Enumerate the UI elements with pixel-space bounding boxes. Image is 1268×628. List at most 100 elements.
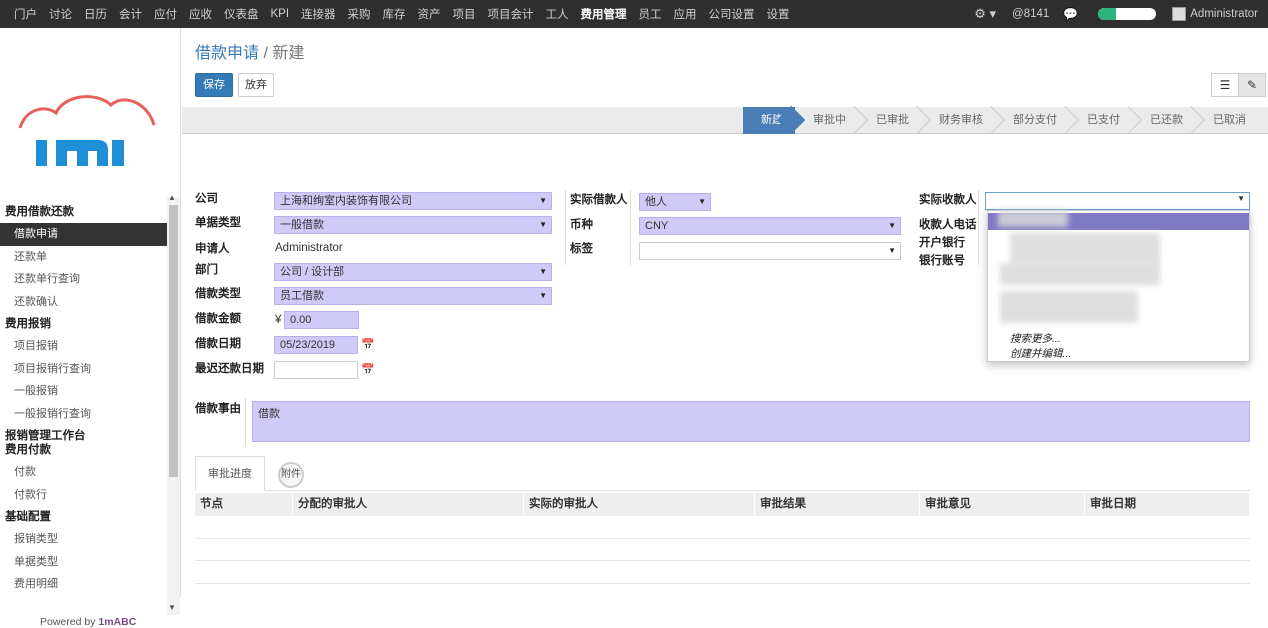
top-nav-item[interactable]: 项目 (453, 6, 476, 22)
user-name[interactable]: Administrator (1190, 8, 1258, 20)
breadcrumb-parent[interactable]: 借款申请 (195, 45, 259, 62)
calendar-icon[interactable]: 📅 (361, 338, 375, 351)
top-nav-item[interactable]: 费用管理 (581, 6, 627, 22)
top-nav-item[interactable]: 资产 (418, 6, 441, 22)
top-nav-item[interactable]: 仪表盘 (224, 6, 259, 22)
sidebar-item[interactable]: 还款确认 (0, 291, 167, 314)
mentions-count[interactable]: @8141 (1012, 8, 1049, 20)
sidebar-item[interactable]: 费用明细 (0, 573, 167, 596)
chevron-down-icon: ▼ (698, 197, 706, 206)
blurred-option[interactable] (1010, 233, 1160, 265)
sidebar-item[interactable]: 单据类型 (0, 551, 167, 574)
avatar[interactable] (1172, 7, 1187, 21)
chevron-down-icon: ▼ (539, 220, 547, 229)
sidebar-item[interactable]: 付款行 (0, 484, 167, 507)
doctype-select[interactable]: 一般借款 ▼ (274, 216, 552, 234)
column-header[interactable]: 节点 (195, 493, 293, 516)
payee-select[interactable]: ▼ (985, 192, 1250, 210)
calendar-icon[interactable]: 📅 (361, 363, 375, 376)
discard-button[interactable]: 放弃 (238, 73, 274, 97)
sidebar-item[interactable]: 付款 (0, 461, 167, 484)
create-edit-link[interactable]: 创建并编辑... (1010, 346, 1071, 361)
stage-4[interactable]: 部分支付 (995, 107, 1069, 134)
stage-0[interactable]: 新建 (743, 107, 795, 134)
top-nav-item[interactable]: KPI (271, 8, 290, 20)
doctype-label: 单据类型 (195, 217, 241, 229)
chevron-down-icon: ▼ (539, 267, 547, 276)
top-nav-item[interactable]: 门户 (14, 6, 37, 22)
top-nav-item[interactable]: 会计 (119, 6, 142, 22)
tab-attachments[interactable]: 附件 (278, 462, 304, 488)
sidebar-item[interactable]: 借款申请 (0, 223, 167, 246)
search-more-link[interactable]: 搜索更多... (1010, 331, 1061, 346)
column-divider (630, 190, 631, 265)
save-button[interactable]: 保存 (195, 73, 233, 97)
top-nav-item[interactable]: 应付 (154, 6, 177, 22)
company-label: 公司 (195, 193, 218, 205)
column-header[interactable]: 实际的审批人 (524, 493, 755, 516)
scroll-thumb[interactable] (169, 205, 178, 477)
dept-label: 部门 (195, 264, 218, 276)
tag-select[interactable]: ▼ (639, 242, 901, 260)
account-label: 银行账号 (919, 255, 965, 267)
top-nav-item[interactable]: 日历 (84, 6, 107, 22)
scroll-up-icon[interactable]: ▲ (168, 193, 176, 202)
powered-brand[interactable]: 1mABC (98, 616, 136, 628)
sidebar-item[interactable]: 还款单行查询 (0, 268, 167, 291)
sidebar-item[interactable]: 一般报销 (0, 380, 167, 403)
amount-input[interactable]: 0.00 (284, 311, 359, 329)
top-nav-item[interactable]: 应收 (189, 6, 212, 22)
tab-approval-progress[interactable]: 审批进度 (195, 456, 265, 491)
sidebar-item[interactable]: 项目报销 (0, 335, 167, 358)
sidebar-item[interactable]: 项目报销行查询 (0, 358, 167, 381)
table-row (195, 560, 1250, 561)
top-nav-item[interactable]: 项目会计 (488, 6, 534, 22)
top-nav-item[interactable]: 工人 (546, 6, 569, 22)
scroll-down-icon[interactable]: ▼ (168, 603, 176, 612)
latest-date-input[interactable] (274, 361, 358, 379)
top-nav-item[interactable]: 设置 (767, 6, 790, 22)
reason-textarea[interactable] (252, 401, 1250, 442)
column-header[interactable]: 分配的审批人 (293, 493, 524, 516)
sidebar-item[interactable]: 还款单 (0, 246, 167, 269)
top-nav-item[interactable]: 应用 (674, 6, 697, 22)
top-nav-item[interactable]: 采购 (348, 6, 371, 22)
company-select[interactable]: 上海和绚室内装饰有限公司 ▼ (274, 192, 552, 210)
top-nav-item[interactable]: 连接器 (301, 6, 336, 22)
sidebar-section: 基础配置 (5, 511, 51, 523)
loantype-select[interactable]: 员工借款 ▼ (274, 287, 552, 305)
chevron-down-icon: ▼ (888, 246, 896, 255)
form-view-icon[interactable]: ✎ (1238, 73, 1266, 97)
dept-select[interactable]: 公司 / 设计部 ▼ (274, 263, 552, 281)
list-view-icon[interactable]: ☰ (1211, 73, 1239, 97)
stage-list: 新建 审批中 已审批 财务审核 部分支付 已支付 已还款 已取消 (743, 107, 1258, 134)
stage-3[interactable]: 财务审核 (921, 107, 995, 134)
sidebar-section: 费用借款还款 (5, 206, 74, 218)
date-input[interactable]: 05/23/2019 (274, 336, 358, 354)
top-nav-item[interactable]: 讨论 (49, 6, 72, 22)
amount-label: 借款金额 (195, 313, 241, 325)
actual-borrower-select[interactable]: 他人 ▼ (639, 193, 711, 211)
gear-icon[interactable]: ⚙ ▾ (974, 6, 996, 22)
column-header[interactable]: 审批意见 (920, 493, 1085, 516)
sidebar-item[interactable]: 一般报销行查询 (0, 403, 167, 426)
applicant-value: Administrator (275, 242, 343, 254)
payee-dropdown: 搜索更多... 创建并编辑... (987, 210, 1250, 362)
top-nav-item[interactable]: 员工 (639, 6, 662, 22)
chevron-down-icon: ▼ (539, 291, 547, 300)
mode-toggle[interactable] (1098, 8, 1157, 20)
sidebar-item[interactable]: 报销类型 (0, 528, 167, 551)
top-nav-item[interactable]: 库存 (383, 6, 406, 22)
date-label: 借款日期 (195, 338, 241, 350)
top-bar: 门户 讨论 日历 会计 应付 应收 仪表盘 KPI 连接器 采购 库存 资产 项目 项目会计 工人 费用管理员… (0, 0, 1268, 28)
chat-icon[interactable]: 💬 (1063, 7, 1078, 21)
blurred-option[interactable] (1000, 263, 1160, 285)
top-nav-item[interactable]: 公司设置 (709, 6, 755, 22)
blurred-option[interactable] (998, 211, 1068, 227)
column-header[interactable]: 审批结果 (755, 493, 920, 516)
blurred-option[interactable] (1000, 291, 1138, 323)
column-header[interactable]: 审批日期 (1085, 493, 1250, 516)
currency-select[interactable]: CNY ▼ (639, 217, 901, 235)
sidebar-scrollbar[interactable]: ▲ ▼ (167, 193, 180, 615)
sidebar-menu: 费用借款还款 借款申请 还款单 还款单行查询 还款确认 费用报销 项目报销 项目报销行查询 一般… (0, 201, 167, 596)
